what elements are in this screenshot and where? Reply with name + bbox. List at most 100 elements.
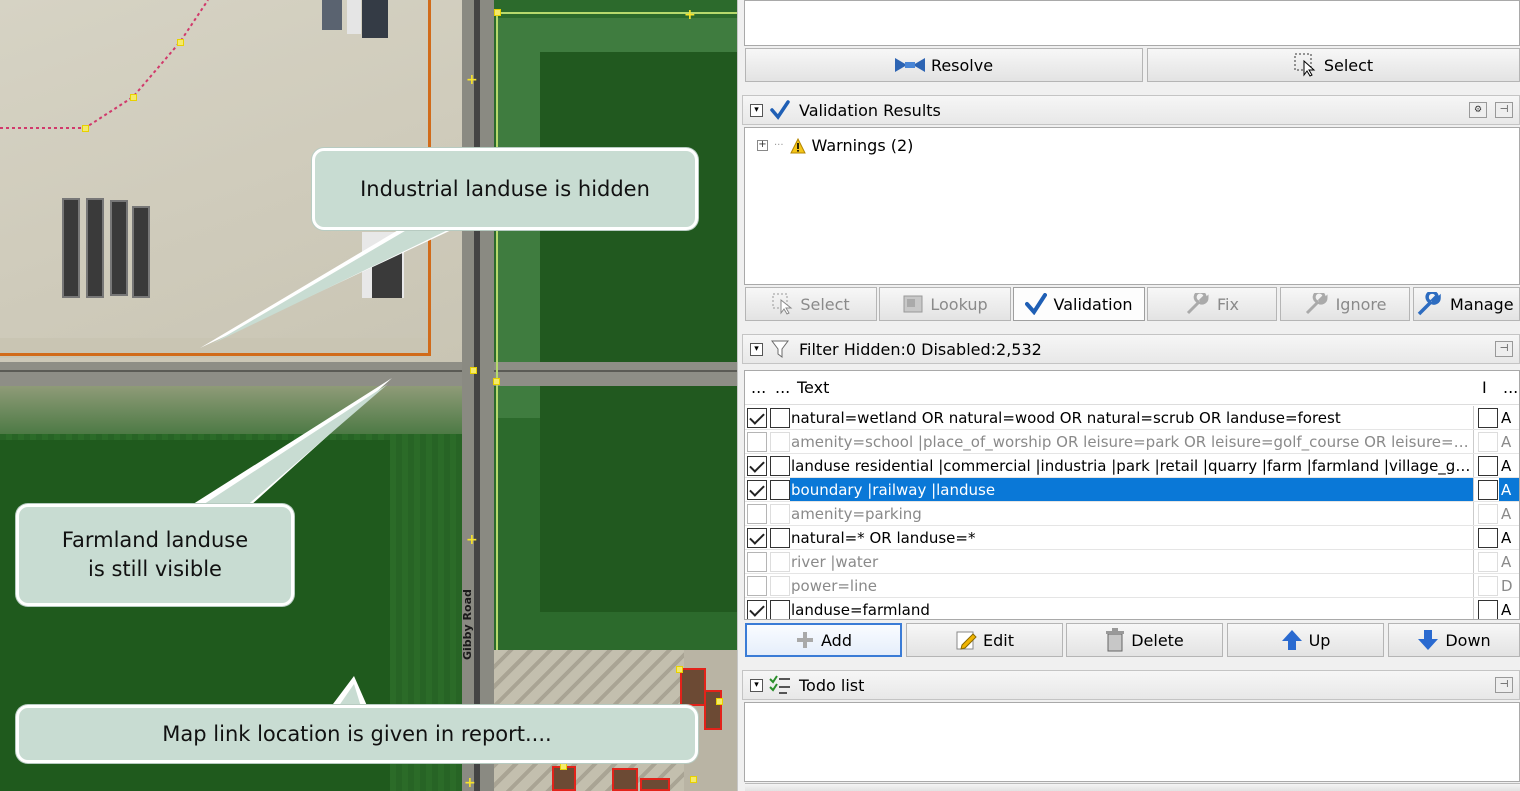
filter-row[interactable]: landuse residential |commercial |industr… <box>745 454 1519 478</box>
filter-text[interactable]: amenity=parking <box>790 502 1474 526</box>
ignore-button[interactable]: Ignore <box>1280 287 1410 321</box>
map-view[interactable]: + + + + Gibby Road Industrial landuse is… <box>0 0 737 791</box>
filter-mode[interactable]: A <box>1499 478 1519 502</box>
todo-list-area[interactable] <box>744 702 1520 782</box>
column-inverted-header[interactable]: I <box>1482 378 1487 397</box>
filter-text[interactable]: boundary |railway |landuse <box>790 478 1474 502</box>
filter-enabled-checkbox[interactable] <box>747 552 767 572</box>
filter-row[interactable]: amenity=school |place_of_worship OR leis… <box>745 430 1519 454</box>
filter-enabled-checkbox[interactable] <box>747 432 767 452</box>
map-node-cross: + <box>466 532 478 548</box>
filter-hidden-checkbox[interactable] <box>770 480 790 500</box>
filter-text[interactable]: landuse residential |commercial |industr… <box>790 454 1474 478</box>
filter-mode[interactable]: A <box>1499 598 1519 619</box>
map-road-label: Gibby Road <box>461 589 474 661</box>
pin-icon[interactable]: ⊣ <box>1495 102 1513 118</box>
move-up-button[interactable]: Up <box>1227 623 1384 657</box>
filter-row[interactable]: natural=* OR landuse=* A <box>745 526 1519 550</box>
delete-filter-button[interactable]: Delete <box>1066 623 1223 657</box>
filter-inverted-checkbox[interactable] <box>1478 600 1498 619</box>
add-filter-button[interactable]: Add <box>745 623 902 657</box>
filter-inverted-checkbox[interactable] <box>1478 432 1498 452</box>
filter-enabled-checkbox[interactable] <box>747 576 767 596</box>
filter-mode[interactable]: D <box>1499 574 1519 598</box>
filter-inverted-checkbox[interactable] <box>1478 552 1498 572</box>
filter-hidden-checkbox[interactable] <box>770 552 790 572</box>
filter-hidden-checkbox[interactable] <box>770 408 790 428</box>
add-label: Add <box>821 630 852 650</box>
filter-text[interactable]: river |water <box>790 550 1474 574</box>
validation-button[interactable]: Validation <box>1013 287 1145 321</box>
filter-text[interactable]: natural=wetland OR natural=wood OR natur… <box>790 406 1474 430</box>
filter-row[interactable]: power=line D <box>745 574 1519 598</box>
filter-mode[interactable]: A <box>1499 502 1519 526</box>
collapse-toggle-icon[interactable]: ▾ <box>750 678 763 692</box>
callout-industrial-hidden: Industrial landuse is hidden <box>312 148 698 230</box>
filter-row[interactable]: boundary |railway |landuse A <box>745 478 1519 502</box>
validation-results-tree[interactable]: + ··· Warnings (2) <box>744 127 1520 285</box>
filter-enabled-checkbox[interactable] <box>747 480 767 500</box>
dialog-settings-icon[interactable]: ⚙ <box>1469 102 1487 118</box>
filter-hidden-checkbox[interactable] <box>770 456 790 476</box>
filter-enabled-checkbox[interactable] <box>747 504 767 524</box>
fix-label: Fix <box>1217 294 1239 314</box>
filter-enabled-checkbox[interactable] <box>747 408 767 428</box>
filter-inverted-checkbox[interactable] <box>1478 504 1498 524</box>
filter-inverted-checkbox[interactable] <box>1478 528 1498 548</box>
filter-mode[interactable]: A <box>1499 526 1519 550</box>
filter-mode[interactable]: A <box>1499 550 1519 574</box>
column-mode-header[interactable]: ... <box>1503 378 1518 397</box>
filter-enabled-checkbox[interactable] <box>747 600 767 619</box>
filter-hidden-checkbox[interactable] <box>770 600 790 619</box>
filter-hidden-checkbox[interactable] <box>770 432 790 452</box>
lookup-button[interactable]: Lookup <box>879 287 1011 321</box>
filter-table-header: ... ... Text I ... <box>745 371 1519 405</box>
filter-inverted-checkbox[interactable] <box>1478 480 1498 500</box>
validation-results-header[interactable]: ▾ Validation Results ⚙ ⊣ <box>742 95 1520 125</box>
filter-hidden-checkbox[interactable] <box>770 528 790 548</box>
column-hidden-header[interactable]: ... <box>775 378 790 397</box>
tree-item-warnings[interactable]: + ··· Warnings (2) <box>757 136 913 155</box>
filter-text[interactable]: power=line <box>790 574 1474 598</box>
pin-icon[interactable]: ⊣ <box>1495 341 1513 357</box>
filter-enabled-checkbox[interactable] <box>747 528 767 548</box>
filter-row[interactable]: natural=wetland OR natural=wood OR natur… <box>745 406 1519 430</box>
filter-text[interactable]: natural=* OR landuse=* <box>790 526 1474 550</box>
filter-enabled-checkbox[interactable] <box>747 456 767 476</box>
filter-inverted-checkbox[interactable] <box>1478 576 1498 596</box>
collapse-toggle-icon[interactable]: ▾ <box>750 103 763 117</box>
filter-hidden-checkbox[interactable] <box>770 504 790 524</box>
filter-table[interactable]: ... ... Text I ... natural=wetland OR na… <box>744 370 1520 620</box>
lookup-label: Lookup <box>930 294 988 314</box>
filter-row[interactable]: river |water A <box>745 550 1519 574</box>
wrench-icon <box>1416 292 1444 316</box>
filter-text[interactable]: landuse=farmland <box>790 598 1474 619</box>
filter-mode[interactable]: A <box>1499 406 1519 430</box>
collapse-toggle-icon[interactable]: ▾ <box>750 342 763 356</box>
fix-button[interactable]: Fix <box>1147 287 1277 321</box>
info-text-area[interactable] <box>744 0 1520 46</box>
column-enabled-header[interactable]: ... <box>751 378 766 397</box>
validation-check-icon <box>769 99 791 121</box>
filter-inverted-checkbox[interactable] <box>1478 408 1498 428</box>
resolve-button[interactable]: Resolve <box>745 48 1143 82</box>
move-down-button[interactable]: Down <box>1388 623 1520 657</box>
map-node <box>177 39 184 46</box>
expand-icon[interactable]: + <box>757 140 768 151</box>
filter-hidden-checkbox[interactable] <box>770 576 790 596</box>
filter-title: Filter Hidden:0 Disabled:2,532 <box>799 339 1042 359</box>
validation-select-button[interactable]: Select <box>745 287 877 321</box>
filter-mode[interactable]: A <box>1499 454 1519 478</box>
filter-text[interactable]: amenity=school |place_of_worship OR leis… <box>790 430 1474 454</box>
filter-inverted-checkbox[interactable] <box>1478 456 1498 476</box>
filter-row[interactable]: landuse=farmland A <box>745 598 1519 619</box>
column-text-header[interactable]: Text <box>797 378 829 397</box>
filter-header[interactable]: ▾ Filter Hidden:0 Disabled:2,532 ⊣ <box>742 334 1520 364</box>
filter-row[interactable]: amenity=parking A <box>745 502 1519 526</box>
pin-icon[interactable]: ⊣ <box>1495 677 1513 693</box>
select-button[interactable]: Select <box>1147 48 1520 82</box>
edit-filter-button[interactable]: Edit <box>906 623 1063 657</box>
manage-ignore-button[interactable]: Manage Ig <box>1413 287 1520 321</box>
filter-mode[interactable]: A <box>1499 430 1519 454</box>
todo-list-header[interactable]: ▾ Todo list ⊣ <box>742 670 1520 700</box>
